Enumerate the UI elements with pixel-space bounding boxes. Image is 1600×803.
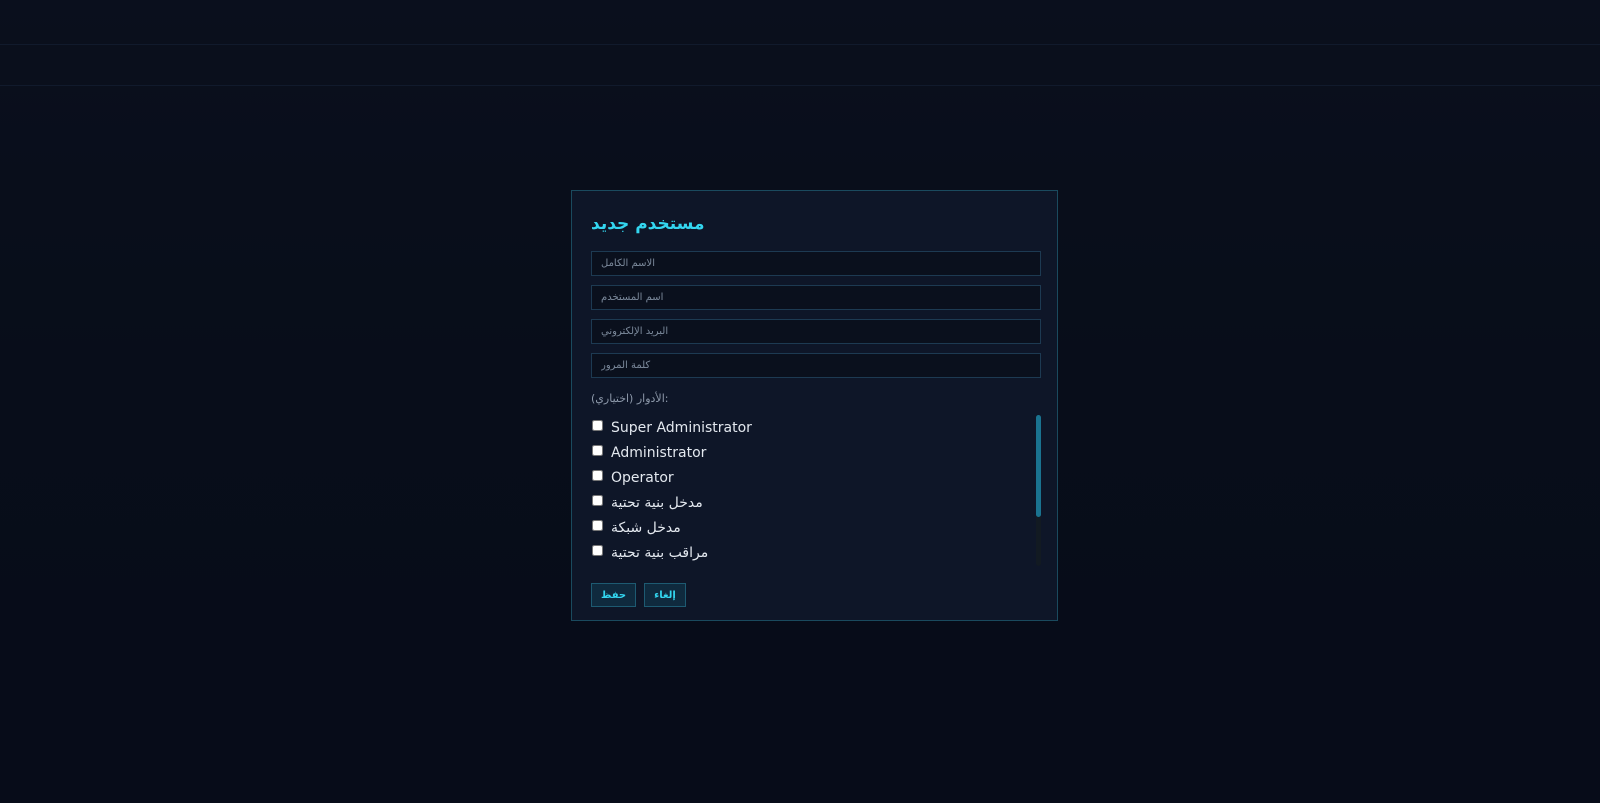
roles-list: Super Administrator Administrator Operat… bbox=[591, 415, 1041, 566]
role-checkbox-network-editor[interactable] bbox=[592, 520, 603, 531]
dialog-title: مستخدم جديد bbox=[591, 214, 705, 234]
role-item-operator[interactable]: Operator bbox=[591, 465, 1041, 490]
roles-label: الأدوار (اختياري): bbox=[591, 392, 669, 405]
role-item-infrastructure-monitor[interactable]: مراقب بنية تحتية bbox=[591, 540, 1041, 565]
cancel-button[interactable]: إلغاء bbox=[644, 583, 686, 607]
role-item-network-editor[interactable]: مدخل شبكة bbox=[591, 515, 1041, 540]
new-user-dialog: مستخدم جديد الأدوار (اختياري): Super Adm… bbox=[571, 190, 1058, 621]
role-item-super-administrator[interactable]: Super Administrator bbox=[591, 415, 1041, 440]
background-nav-bar bbox=[0, 44, 1600, 86]
role-checkbox-operator[interactable] bbox=[592, 470, 603, 481]
role-checkbox-infrastructure-monitor[interactable] bbox=[592, 545, 603, 556]
dialog-actions: حفظ إلغاء bbox=[591, 583, 1038, 607]
role-checkbox-super-administrator[interactable] bbox=[592, 420, 603, 431]
role-checkbox-administrator[interactable] bbox=[592, 445, 603, 456]
role-label: مدخل بنية تحتية bbox=[611, 494, 703, 511]
save-button[interactable]: حفظ bbox=[591, 583, 637, 607]
role-checkbox-infrastructure-editor[interactable] bbox=[592, 495, 603, 506]
full-name-input[interactable] bbox=[591, 251, 1041, 276]
role-label: Super Administrator bbox=[611, 419, 752, 436]
roles-scrollbar-thumb[interactable] bbox=[1036, 415, 1041, 517]
role-item-infrastructure-editor[interactable]: مدخل بنية تحتية bbox=[591, 490, 1041, 515]
role-label: Operator bbox=[611, 469, 674, 486]
email-input[interactable] bbox=[591, 319, 1041, 344]
role-item-administrator[interactable]: Administrator bbox=[591, 440, 1041, 465]
username-input[interactable] bbox=[591, 285, 1041, 310]
role-label: مدخل شبكة bbox=[611, 519, 681, 536]
role-label: مراقب بنية تحتية bbox=[611, 544, 709, 561]
role-label: Administrator bbox=[611, 444, 707, 461]
roles-scrollbar[interactable] bbox=[1036, 415, 1041, 566]
password-input[interactable] bbox=[591, 353, 1041, 378]
